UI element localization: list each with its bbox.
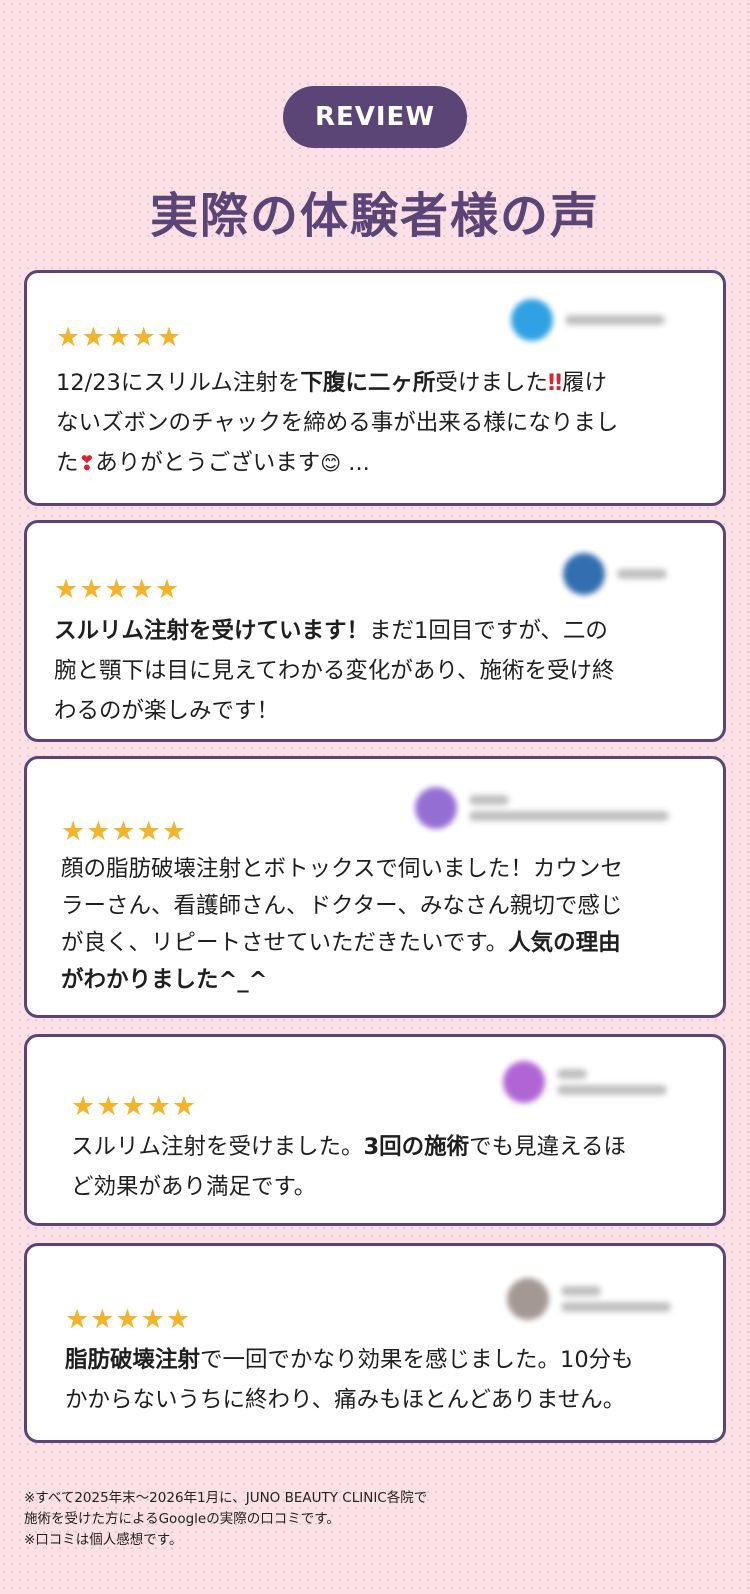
star-rating: ★★★★★ bbox=[65, 1304, 192, 1335]
review-card: ★★★★★ 脂肪破壊注射で一回でかなり効果を感じました。10分も かからないうち… bbox=[24, 1243, 726, 1443]
review-text: 顔の脂肪破壊注射とボトックスで伺いました！カウンセ ラーさん、看護師さん、ドクタ… bbox=[61, 856, 623, 993]
reviewer-info bbox=[415, 787, 669, 829]
star-rating: ★★★★★ bbox=[61, 816, 188, 847]
reviewer-name bbox=[557, 1066, 667, 1098]
avatar bbox=[503, 1061, 545, 1103]
double-exclamation-icon: ‼ bbox=[547, 370, 563, 396]
review-card: ★★★★★ 12/23にスリルム注射を下腹に二ヶ所受けました‼履け ないズボンの… bbox=[24, 270, 726, 506]
review-text: スルリム注射を受けています！まだ1回目ですが、二の 腕と顎下は目に見えてわかる変… bbox=[54, 618, 615, 724]
footnote: ※すべて2025年末〜2026年1月に、JUNO BEAUTY CLINIC各院… bbox=[24, 1490, 428, 1548]
reviewer-info bbox=[511, 299, 665, 341]
reviewer-name bbox=[565, 312, 665, 328]
avatar bbox=[511, 299, 553, 341]
review-card: ★★★★★ スルリム注射を受けました。3回の施術でも見違えるほ ど効果があり満足… bbox=[24, 1034, 726, 1226]
reviewer-name bbox=[617, 566, 667, 582]
reviewer-name bbox=[561, 1283, 671, 1315]
star-rating: ★★★★★ bbox=[54, 574, 181, 605]
review-text: 12/23にスリルム注射を下腹に二ヶ所受けました‼履け ないズボンのチャックを締… bbox=[56, 370, 619, 476]
reviewer-info bbox=[507, 1278, 671, 1320]
review-card: ★★★★★ スルリム注射を受けています！まだ1回目ですが、二の 腕と顎下は目に見… bbox=[24, 520, 726, 742]
review-text: スルリム注射を受けました。3回の施術でも見違えるほ ど効果があり満足です。 bbox=[71, 1134, 626, 1200]
reviewer-name bbox=[469, 792, 669, 824]
review-card: ★★★★★ 顔の脂肪破壊注射とボトックスで伺いました！カウンセ ラーさん、看護師… bbox=[24, 756, 726, 1018]
star-rating: ★★★★★ bbox=[56, 322, 183, 353]
avatar bbox=[563, 553, 605, 595]
heart-exclamation-icon: ❣ bbox=[78, 451, 96, 475]
avatar bbox=[507, 1278, 549, 1320]
review-text: 脂肪破壊注射で一回でかなり効果を感じました。10分も かからないうちに終わり、痛… bbox=[65, 1347, 634, 1413]
review-badge: REVIEW bbox=[283, 86, 467, 148]
avatar bbox=[415, 787, 457, 829]
section-title: 実際の体験者様の声 bbox=[149, 188, 600, 244]
reviewer-info bbox=[563, 553, 667, 595]
smile-emoji-icon: 😊 bbox=[320, 451, 342, 475]
star-rating: ★★★★★ bbox=[71, 1091, 198, 1122]
reviewer-info bbox=[503, 1061, 667, 1103]
